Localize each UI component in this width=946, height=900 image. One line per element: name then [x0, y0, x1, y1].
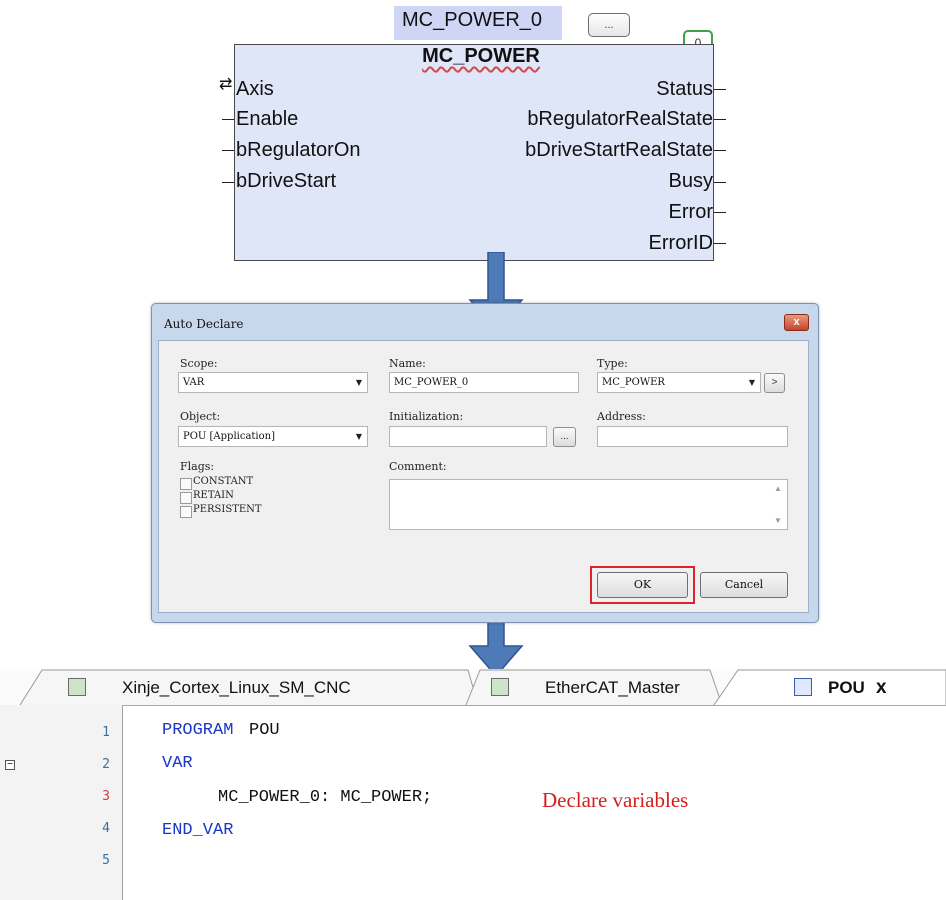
address-field[interactable]	[597, 426, 788, 447]
pin-stub	[222, 119, 234, 120]
type-select[interactable]: MC_POWER	[597, 372, 761, 393]
initialization-ellipsis-button[interactable]: ...	[553, 427, 576, 447]
pin-errorid[interactable]: ErrorID	[649, 232, 713, 255]
flags-label: Flags:	[180, 460, 215, 473]
persistent-label: PERSISTENT	[193, 504, 262, 515]
pin-busy[interactable]: Busy	[669, 170, 713, 193]
constant-label: CONSTANT	[193, 476, 254, 487]
persistent-checkbox[interactable]	[180, 506, 192, 518]
code-identifier: POU	[249, 721, 280, 740]
address-label: Address:	[597, 410, 646, 423]
cancel-button[interactable]: Cancel	[700, 572, 788, 598]
scope-label: Scope:	[180, 357, 218, 370]
initialization-field[interactable]	[389, 426, 547, 447]
type-browse-button[interactable]: >	[764, 373, 785, 393]
comment-label: Comment:	[389, 460, 447, 473]
line-number: 1	[102, 725, 110, 740]
object-label: Object:	[180, 410, 221, 423]
line-number: 5	[102, 853, 110, 868]
close-icon[interactable]: x	[784, 314, 809, 331]
in-out-icon: ⇄	[219, 76, 233, 93]
retain-label: RETAIN	[193, 490, 234, 501]
scroll-up-icon[interactable]: ▲	[774, 484, 782, 493]
constant-checkbox[interactable]	[180, 478, 192, 490]
tab-xinje-device[interactable]: Xinje_Cortex_Linux_SM_CNC	[122, 678, 351, 698]
name-field[interactable]: MC_POWER_0	[389, 372, 579, 393]
pin-bregulatorrealstate[interactable]: bRegulatorRealState	[527, 108, 713, 131]
pin-stub	[714, 89, 726, 90]
comment-field[interactable]	[389, 479, 788, 530]
instance-name-text: MC_POWER_0	[402, 9, 543, 31]
scroll-down-icon[interactable]: ▼	[774, 516, 782, 525]
line-number: 4	[102, 821, 110, 836]
dialog-title: Auto Declare	[164, 317, 244, 331]
retain-checkbox[interactable]	[180, 492, 192, 504]
type-label: Type:	[597, 357, 628, 370]
pin-bregulatoron[interactable]: bRegulatorOn	[236, 139, 361, 162]
pin-stub	[714, 212, 726, 213]
device-icon	[68, 678, 86, 696]
ok-button[interactable]: OK	[597, 572, 688, 598]
pin-error[interactable]: Error	[669, 201, 713, 224]
scope-select[interactable]: VAR	[178, 372, 368, 393]
pin-stub	[714, 243, 726, 244]
code-keyword: PROGRAM	[162, 721, 234, 740]
function-block-type: MC_POWER	[422, 45, 540, 67]
line-number: 3	[102, 789, 110, 804]
pou-icon	[794, 678, 812, 696]
annotation-label: Declare variables	[542, 788, 689, 812]
input-assistant-button[interactable]: ...	[588, 13, 630, 37]
instance-name-label[interactable]: MC_POWER_0	[394, 6, 562, 40]
code-keyword: VAR	[162, 754, 193, 773]
pin-stub	[714, 150, 726, 151]
pin-stub	[714, 182, 726, 183]
pin-status[interactable]: Status	[656, 78, 713, 101]
object-select[interactable]: POU [Application]	[178, 426, 368, 447]
pin-enable[interactable]: Enable	[236, 108, 298, 131]
tab-ethercat-master[interactable]: EtherCAT_Master	[545, 678, 680, 698]
pin-bdrivestart[interactable]: bDriveStart	[236, 170, 336, 193]
pin-axis[interactable]: Axis	[236, 78, 274, 101]
device-icon	[491, 678, 509, 696]
line-number: 2	[102, 757, 110, 772]
pin-bdrivestartrealstate[interactable]: bDriveStartRealState	[525, 139, 713, 162]
name-label: Name:	[389, 357, 426, 370]
code-keyword: END_VAR	[162, 821, 234, 840]
pin-stub	[222, 150, 234, 151]
pin-stub	[222, 182, 234, 183]
code-declaration[interactable]: MC_POWER_0: MC_POWER;	[218, 788, 432, 807]
tab-pou[interactable]: POU	[828, 678, 865, 698]
close-tab-icon[interactable]: x	[876, 677, 887, 699]
collapse-icon[interactable]: −	[5, 760, 15, 770]
pin-stub	[714, 119, 726, 120]
initialization-label: Initialization:	[389, 410, 464, 423]
